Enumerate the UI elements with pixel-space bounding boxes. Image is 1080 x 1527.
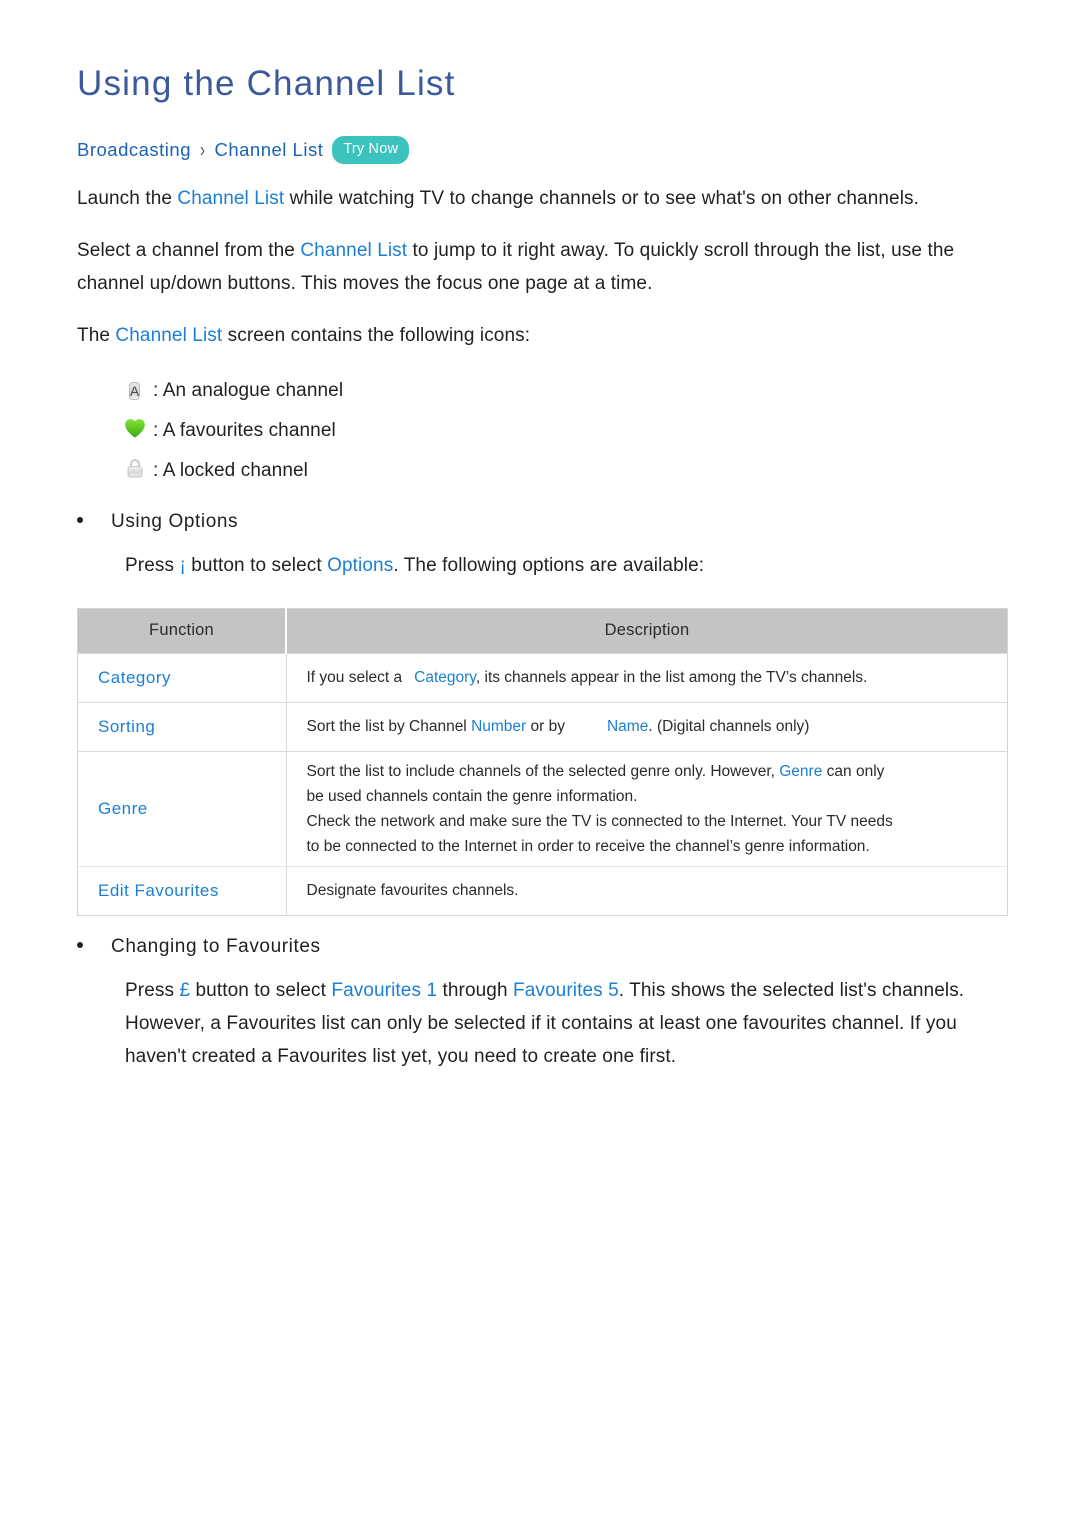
desc-pre: Sort the list by Channel — [306, 718, 472, 736]
favourites-instruction: Press £ button to select Favourites 1 th… — [77, 974, 1003, 1073]
cell-function-edit-favourites[interactable]: Edit Favourites — [77, 865, 287, 916]
bullet-dot-icon — [77, 941, 83, 948]
breadcrumb: Broadcasting › Channel List Try Now — [77, 136, 1003, 164]
bullet-using-options: Using Options — [77, 511, 1003, 533]
desc-pre: If you select a — [306, 669, 403, 687]
press-suffix-options: . The following options are available: — [393, 554, 705, 576]
table-header-row: Function Description — [77, 608, 1008, 654]
try-now-badge[interactable]: Try Now — [332, 136, 410, 164]
options-link[interactable]: Options — [327, 555, 393, 576]
cell-description-category: If you select a Category, its channels ap… — [286, 652, 1008, 703]
channel-list-link-1[interactable]: Channel List — [177, 188, 284, 209]
cell-function-category[interactable]: Category — [77, 652, 287, 703]
desc-post: . (Digital channels only) — [648, 718, 810, 736]
cell-function-genre[interactable]: Genre — [77, 750, 287, 867]
legend-label-favourite: : A favourites channel — [153, 419, 336, 441]
intro-paragraph-2: Select a channel from the Channel List t… — [77, 234, 1003, 300]
legend-label-locked: : A locked channel — [153, 459, 308, 481]
column-header-function: Function — [77, 608, 287, 654]
icon-legend: A : An analogue channel : A favourites c… — [77, 371, 1003, 491]
intro-p3-pre: The — [77, 324, 116, 346]
table-row: Category If you select a Category, its ch… — [77, 652, 1008, 703]
channel-list-link-3[interactable]: Channel List — [115, 325, 222, 346]
desc-line: If you select a Category, its channels ap… — [307, 665, 992, 690]
desc-mid: or by — [526, 718, 565, 736]
number-link[interactable]: Number — [471, 718, 526, 735]
favourites-1-link[interactable]: Favourites 1 — [331, 980, 437, 1001]
press-middle-favourites: button to select — [190, 979, 332, 1001]
channel-list-link-2[interactable]: Channel List — [300, 240, 407, 261]
cell-description-sorting: Sort the list by Channel Number or by Nam… — [286, 701, 1008, 752]
table-row: Edit Favourites Designate favourites cha… — [77, 865, 1008, 916]
desc-line: Sort the list by Channel Number or by Nam… — [307, 714, 992, 739]
cell-description-edit-favourites: Designate favourites channels. — [286, 865, 1008, 916]
table-row: Sorting Sort the list by Channel Number … — [77, 701, 1008, 752]
analogue-channel-icon: A — [122, 380, 147, 402]
category-link[interactable]: Category — [414, 669, 476, 686]
favourites-through: through — [437, 979, 514, 1001]
document-page: Using the Channel List Broadcasting › Ch… — [0, 0, 1080, 1527]
intro-p1-pre: Launch the — [77, 187, 178, 209]
intro-paragraph-1: Launch the Channel List while watching T… — [77, 182, 1003, 215]
bullet-label-using-options: Using Options — [111, 510, 239, 532]
intro-p3-post: screen contains the following icons: — [222, 324, 531, 346]
legend-item-locked: : A locked channel — [122, 451, 1003, 491]
column-header-description: Description — [286, 608, 1008, 654]
page-title: Using the Channel List — [77, 64, 456, 103]
breadcrumb-item-channel-list[interactable]: Channel List — [214, 140, 323, 160]
legend-label-analogue: : An analogue channel — [153, 379, 344, 401]
cell-function-sorting[interactable]: Sorting — [77, 701, 287, 752]
desc-post: can only — [822, 762, 885, 780]
locked-padlock-icon — [122, 457, 147, 485]
bullet-changing-to-favourites: Changing to Favourites — [77, 936, 1003, 958]
options-table-body: Category If you select a Category, its ch… — [77, 652, 1008, 916]
analogue-badge-glyph: A — [128, 381, 141, 400]
desc-line: to be connected to the Internet in order… — [306, 837, 870, 855]
options-table: Function Description Category If you sel… — [77, 607, 1008, 916]
bullet-label-changing-favourites: Changing to Favourites — [111, 935, 321, 957]
cell-description-genre: Sort the list to include channels of the… — [286, 750, 1008, 867]
name-link[interactable]: Name — [607, 718, 648, 735]
press-prefix-options: Press — [125, 554, 180, 576]
intro-p2-pre: Select a channel from the — [77, 239, 301, 261]
desc-line: Sort the list to include channels of the… — [307, 759, 992, 784]
bullet-dot-icon — [77, 516, 83, 523]
breadcrumb-item-broadcasting[interactable]: Broadcasting — [77, 140, 191, 160]
legend-item-favourite: : A favourites channel — [122, 411, 1003, 451]
legend-item-analogue: A : An analogue channel — [122, 371, 1003, 411]
favourites-5-link[interactable]: Favourites 5 — [513, 980, 619, 1001]
desc-line: Designate favourites channels. — [306, 882, 519, 900]
options-table-head: Function Description — [77, 608, 1008, 654]
press-prefix-favourites: Press — [125, 979, 180, 1001]
favourite-heart-icon — [122, 418, 147, 444]
intro-p1-post: while watching TV to change channels or … — [284, 187, 920, 209]
desc-line: be used channels contain the genre infor… — [306, 787, 638, 805]
genre-link[interactable]: Genre — [779, 763, 822, 780]
desc-pre: Sort the list to include channels of the… — [306, 762, 780, 780]
favourites-key-glyph: £ — [179, 979, 191, 1001]
desc-line: Check the network and make sure the TV i… — [306, 812, 893, 830]
breadcrumb-chevron-icon: › — [199, 138, 206, 162]
using-options-instruction: Press ¡ button to select Options. The fo… — [77, 549, 1003, 582]
intro-paragraph-3: The Channel List screen contains the fol… — [77, 319, 1003, 352]
desc-post: , its channels appear in the list among … — [475, 669, 868, 687]
press-middle-options: button to select — [185, 554, 328, 576]
table-row: Genre Sort the list to include channels … — [77, 750, 1008, 867]
